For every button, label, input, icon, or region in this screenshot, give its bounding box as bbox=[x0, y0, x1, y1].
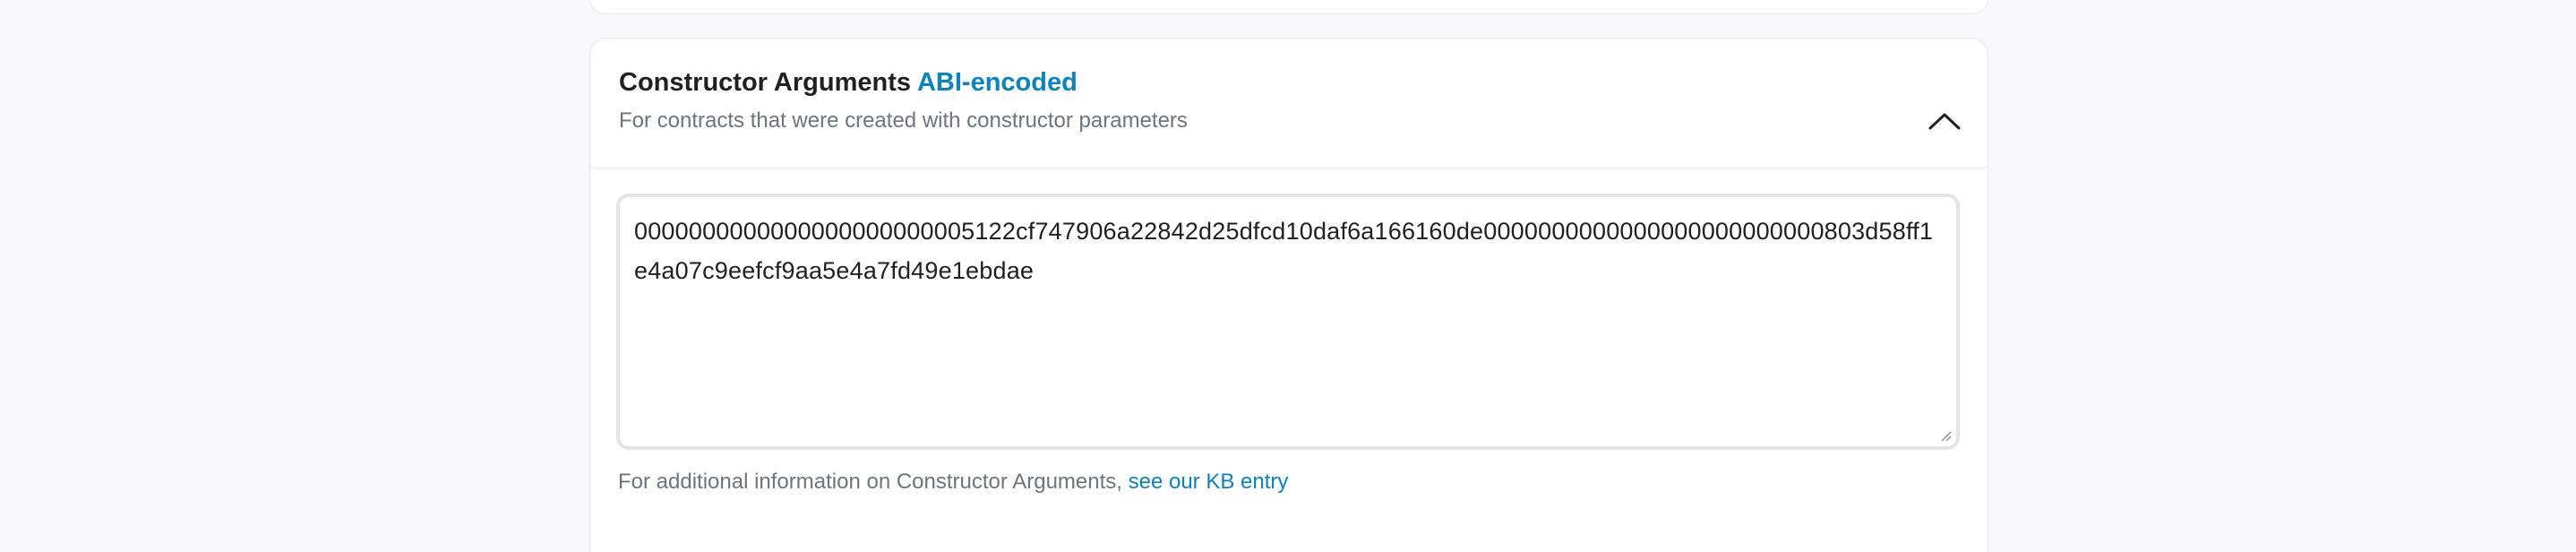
card-header[interactable]: Constructor Arguments ABI-encoded For co… bbox=[590, 39, 1988, 168]
section-title-text: Constructor Arguments bbox=[619, 68, 917, 97]
footer-note: For additional information on Constructo… bbox=[618, 470, 1288, 496]
constructor-arguments-field[interactable]: 0000000000000000000000005122cf747906a228… bbox=[616, 194, 1960, 450]
collapse-button[interactable] bbox=[1927, 103, 1962, 139]
resize-handle-icon[interactable] bbox=[1938, 428, 1953, 443]
abi-encoded-label: ABI-encoded bbox=[916, 68, 1078, 97]
previous-section-card bbox=[589, 0, 1988, 14]
constructor-arguments-input[interactable]: 0000000000000000000000005122cf747906a228… bbox=[620, 197, 1956, 446]
kb-entry-link[interactable]: see our KB entry bbox=[1129, 470, 1289, 494]
page: Constructor Arguments ABI-encoded For co… bbox=[0, 0, 2576, 552]
section-title: Constructor Arguments ABI-encoded bbox=[619, 67, 1078, 99]
section-subtitle: For contracts that were created with con… bbox=[619, 108, 1188, 133]
chevron-up-icon bbox=[1928, 113, 1961, 130]
footer-note-text: For additional information on Constructo… bbox=[618, 470, 1129, 494]
